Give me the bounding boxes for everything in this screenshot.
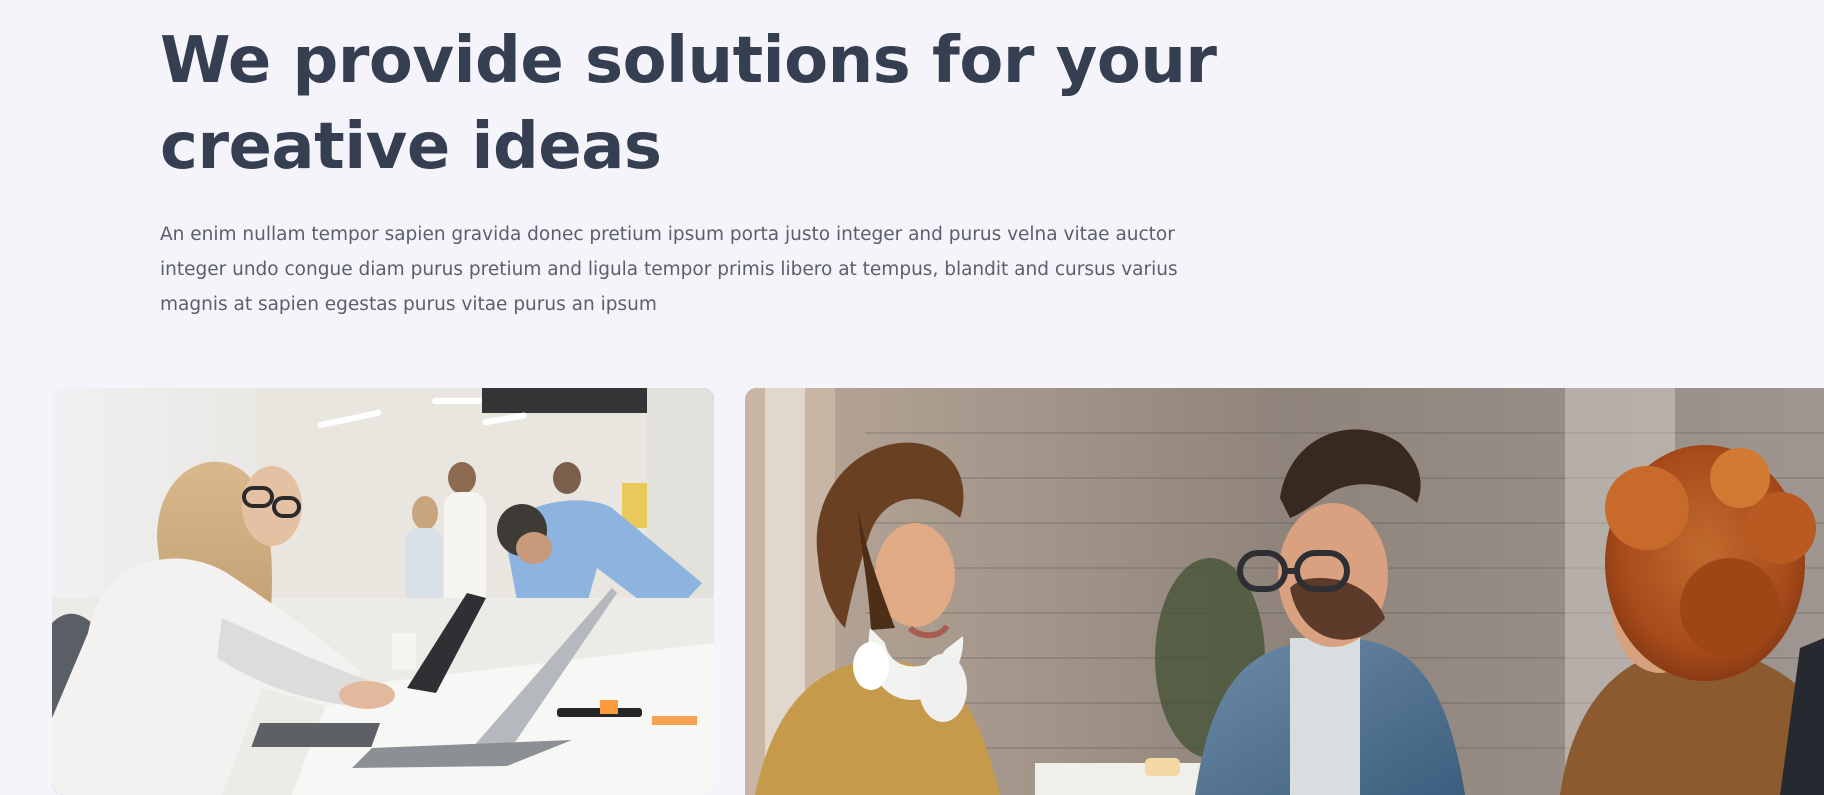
hero-description-line-3: magnis at sapien egestas purus vitae pur… bbox=[160, 294, 657, 315]
hero-section: We provide solutions for your creative i… bbox=[0, 0, 1824, 795]
team-meeting-illustration bbox=[745, 388, 1824, 795]
hero-heading: We provide solutions for your creative i… bbox=[160, 18, 1217, 190]
team-meeting-photo bbox=[745, 388, 1824, 795]
hero-description-line-1: An enim nullam tempor sapien gravida don… bbox=[160, 224, 1175, 245]
hero-heading-line-2: creative ideas bbox=[160, 110, 662, 184]
office-laptop-illustration bbox=[52, 388, 714, 795]
hero-description-line-2: integer undo congue diam purus pretium a… bbox=[160, 259, 1178, 280]
hero-heading-line-1: We provide solutions for your bbox=[160, 24, 1217, 98]
office-laptop-photo bbox=[52, 388, 714, 795]
hero-description: An enim nullam tempor sapien gravida don… bbox=[160, 217, 1210, 322]
